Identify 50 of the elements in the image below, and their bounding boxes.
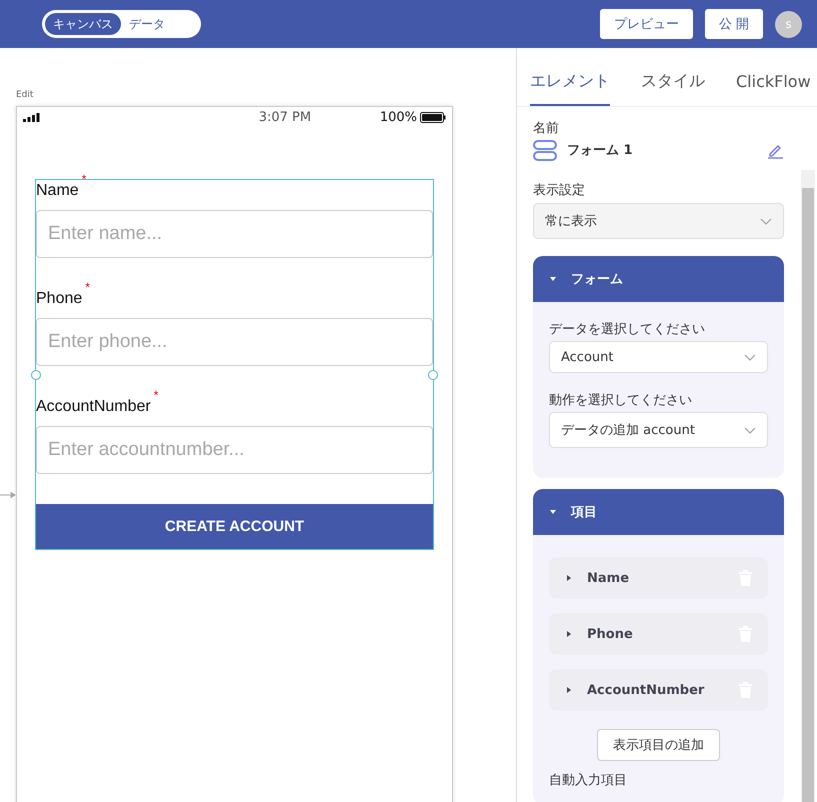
field-label: Name bbox=[36, 182, 79, 200]
required-asterisk: * bbox=[82, 172, 86, 186]
arrow-icon bbox=[0, 492, 16, 498]
panel-tab[interactable]: エレメント bbox=[530, 58, 610, 106]
item-row[interactable]: Phone bbox=[549, 613, 768, 655]
caret-icon bbox=[565, 686, 573, 694]
action-select[interactable]: データの追加 account bbox=[549, 412, 768, 448]
chevron-down-icon bbox=[760, 218, 772, 224]
caret-icon bbox=[549, 275, 557, 283]
caret-icon bbox=[565, 630, 573, 638]
required-asterisk: * bbox=[85, 280, 90, 294]
status-time: 3:07 PM bbox=[258, 110, 312, 124]
items-section-header[interactable]: 項目 bbox=[533, 489, 784, 535]
action-select-label: 動作を選択してください bbox=[549, 392, 692, 409]
battery-percent: 100% bbox=[380, 110, 417, 124]
battery-icon bbox=[420, 112, 446, 122]
data-select[interactable]: Account bbox=[549, 341, 768, 373]
panel-tab[interactable]: ClickFlow bbox=[736, 58, 811, 106]
field-label: AccountNumber bbox=[36, 398, 151, 416]
data-select-label: データを選択してください bbox=[549, 321, 705, 338]
mode-toggle-option[interactable]: キャンバス bbox=[45, 13, 121, 35]
input-field[interactable]: Enter phone... bbox=[36, 318, 433, 366]
chevron-down-icon bbox=[744, 426, 756, 434]
form-section-header[interactable]: フォーム bbox=[533, 256, 784, 302]
caret-icon bbox=[549, 508, 557, 516]
chevron-down-icon bbox=[744, 354, 756, 360]
input-field[interactable]: Enter accountnumber... bbox=[36, 426, 433, 474]
resize-handle[interactable] bbox=[428, 370, 438, 380]
resize-handle[interactable] bbox=[31, 370, 41, 380]
item-row[interactable]: AccountNumber bbox=[549, 669, 768, 711]
edit-label: Edit bbox=[16, 90, 34, 100]
form-icon bbox=[533, 140, 557, 160]
panel-tab[interactable]: スタイル bbox=[641, 58, 705, 106]
scrollbar[interactable] bbox=[801, 170, 815, 802]
signal-icon bbox=[23, 112, 40, 122]
add-item-button[interactable]: 表示項目の追加 bbox=[597, 729, 720, 761]
item-row[interactable]: Name bbox=[549, 557, 768, 599]
required-asterisk: * bbox=[154, 388, 158, 402]
visibility-label: 表示設定 bbox=[533, 182, 585, 199]
visibility-select[interactable]: 常に表示 bbox=[533, 203, 784, 239]
input-field[interactable]: Enter name... bbox=[36, 210, 433, 258]
mode-toggle-option[interactable]: データ bbox=[121, 13, 173, 35]
create-account-button[interactable]: CREATE ACCOUNT bbox=[36, 504, 433, 549]
caret-icon bbox=[565, 574, 573, 582]
preview-button[interactable]: プレビュー bbox=[600, 9, 693, 39]
name-label: 名前 bbox=[533, 120, 559, 137]
publish-button[interactable]: 公 開 bbox=[704, 9, 763, 39]
autofill-label: 自動入力項目 bbox=[549, 772, 627, 789]
field-label: Phone bbox=[36, 290, 82, 308]
element-name: フォーム 1 bbox=[567, 142, 634, 159]
